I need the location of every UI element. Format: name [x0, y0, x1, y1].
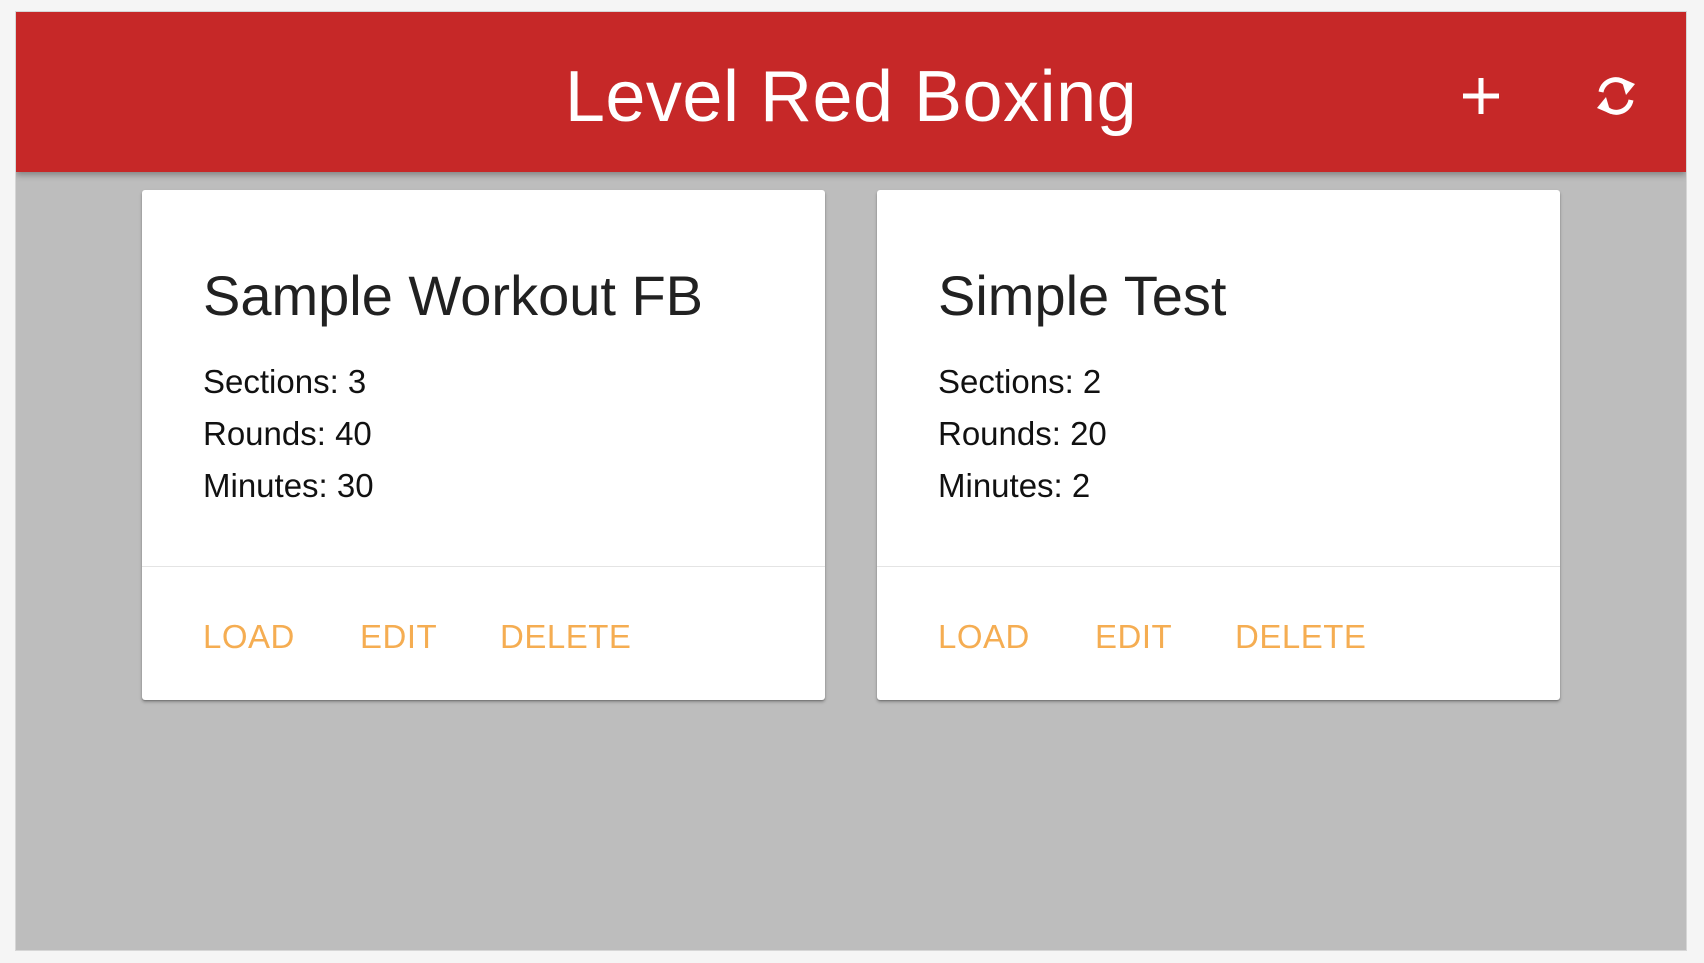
load-button[interactable]: LOAD [938, 619, 1030, 655]
workout-sections: Sections: 2 [938, 363, 1102, 400]
app-window: Level Red Boxing Sample Workout FB Secti… [15, 11, 1687, 951]
app-bar: Level Red Boxing [16, 12, 1686, 172]
workout-sections: Sections: 3 [203, 363, 367, 400]
workout-title: Sample Workout FB [203, 264, 704, 327]
sync-button[interactable] [1584, 64, 1648, 128]
card-actions: LOAD EDIT DELETE [877, 567, 1560, 700]
workout-rounds: Rounds: 40 [203, 415, 372, 452]
workout-card: Sample Workout FB Sections: 3 Rounds: 40… [142, 190, 825, 700]
card-actions: LOAD EDIT DELETE [142, 567, 825, 700]
workout-card-body: Simple Test Sections: 2 Rounds: 20 Minut… [877, 190, 1560, 566]
delete-button[interactable]: DELETE [1235, 619, 1366, 655]
workout-minutes: Minutes: 30 [203, 467, 374, 504]
workout-minutes: Minutes: 2 [938, 467, 1091, 504]
workout-rounds: Rounds: 20 [938, 415, 1107, 452]
edit-button[interactable]: EDIT [360, 619, 437, 655]
workout-card-body: Sample Workout FB Sections: 3 Rounds: 40… [142, 190, 825, 566]
delete-button[interactable]: DELETE [500, 619, 631, 655]
plus-icon [1463, 78, 1499, 114]
workout-card: Simple Test Sections: 2 Rounds: 20 Minut… [877, 190, 1560, 700]
add-workout-button[interactable] [1449, 64, 1513, 128]
app-title: Level Red Boxing [564, 57, 1138, 137]
load-button[interactable]: LOAD [203, 619, 295, 655]
sync-icon [1597, 77, 1635, 115]
workout-title: Simple Test [938, 264, 1227, 327]
edit-button[interactable]: EDIT [1095, 619, 1172, 655]
